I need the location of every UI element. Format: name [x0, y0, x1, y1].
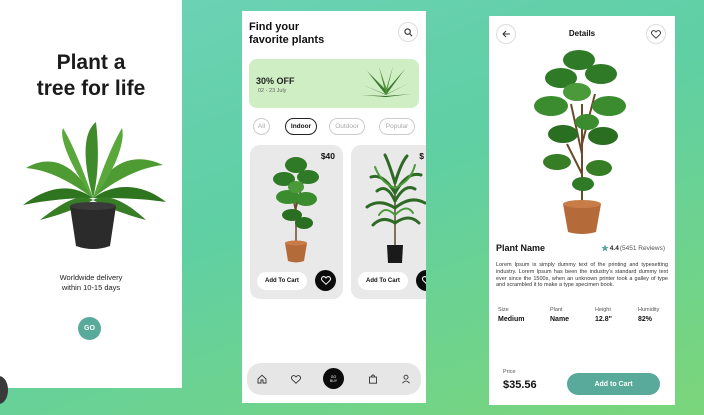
product-description: Lorem Ipsum is simply dummy text of the …	[496, 262, 668, 289]
heart-icon	[320, 276, 331, 285]
favorite-button[interactable]	[416, 270, 426, 291]
delivery-info: Worldwide delivery within 10-15 days	[59, 273, 123, 292]
welcome-headline: Plant a tree for life	[36, 51, 146, 100]
tab-favorites[interactable]	[288, 371, 304, 387]
tab-profile[interactable]	[398, 371, 414, 387]
spec-size: Size Medium	[498, 307, 525, 323]
promo-discount: 30% OFF	[256, 76, 295, 86]
browse-screen: Find your favorite plants 30% OFF 02 - 2…	[242, 11, 426, 403]
tab-cart[interactable]	[365, 371, 381, 387]
user-icon	[402, 374, 410, 384]
filter-chip-all[interactable]: All	[253, 118, 270, 135]
spec-plant: Plant Name	[550, 307, 570, 323]
go-button[interactable]: GO	[78, 317, 101, 340]
product-rating: 4.4 (5451 Reviews)	[601, 244, 665, 252]
page-title: Find your favorite plants	[249, 21, 325, 46]
product-hero-image	[534, 50, 626, 234]
spec-humidity: Humidity 82%	[638, 307, 660, 323]
tab-home[interactable]	[254, 371, 270, 387]
promo-banner[interactable]: 30% OFF 02 - 23 July	[249, 59, 419, 108]
product-name: Plant Name	[496, 243, 546, 253]
bag-icon	[369, 374, 377, 384]
product-image	[365, 153, 426, 263]
product-image	[273, 157, 319, 263]
product-card[interactable]: $40 Add To Cart	[250, 145, 343, 299]
search-icon	[403, 27, 412, 36]
favorite-button[interactable]	[646, 24, 666, 44]
heart-icon	[651, 29, 661, 39]
filter-chip-popular[interactable]: Popular	[379, 118, 415, 135]
heart-icon	[421, 276, 426, 285]
product-card[interactable]: $ Add To Cart	[351, 145, 426, 299]
welcome-screen: Plant a tree for life Worldwide delivery…	[0, 0, 182, 388]
add-to-cart-button[interactable]: Add To Cart	[358, 272, 408, 290]
tab-go-buy[interactable]: GO BUY	[323, 368, 344, 389]
spec-height: Height 12.8"	[595, 307, 612, 323]
filter-chip-outdoor[interactable]: Outdoor	[329, 118, 365, 135]
add-to-cart-button[interactable]: Add To Cart	[257, 272, 307, 290]
hero-plant-image	[23, 122, 166, 249]
details-screen: Details Plant Name 4.4 (5451 Reviews) Lo…	[489, 16, 675, 405]
favorite-button[interactable]	[315, 270, 336, 291]
promo-dates: 02 - 23 July	[258, 88, 287, 94]
product-price: $35.56	[503, 379, 537, 391]
bottom-tab-bar: GO BUY	[247, 363, 421, 395]
heart-icon	[291, 374, 301, 384]
aloe-plant-image	[361, 66, 411, 97]
search-button[interactable]	[398, 22, 418, 42]
add-to-cart-button[interactable]: Add to Cart	[567, 373, 660, 395]
filter-chip-indoor[interactable]: Indoor	[285, 118, 317, 135]
home-icon	[257, 374, 267, 384]
star-icon	[601, 244, 609, 252]
price-label: Price	[503, 369, 516, 375]
